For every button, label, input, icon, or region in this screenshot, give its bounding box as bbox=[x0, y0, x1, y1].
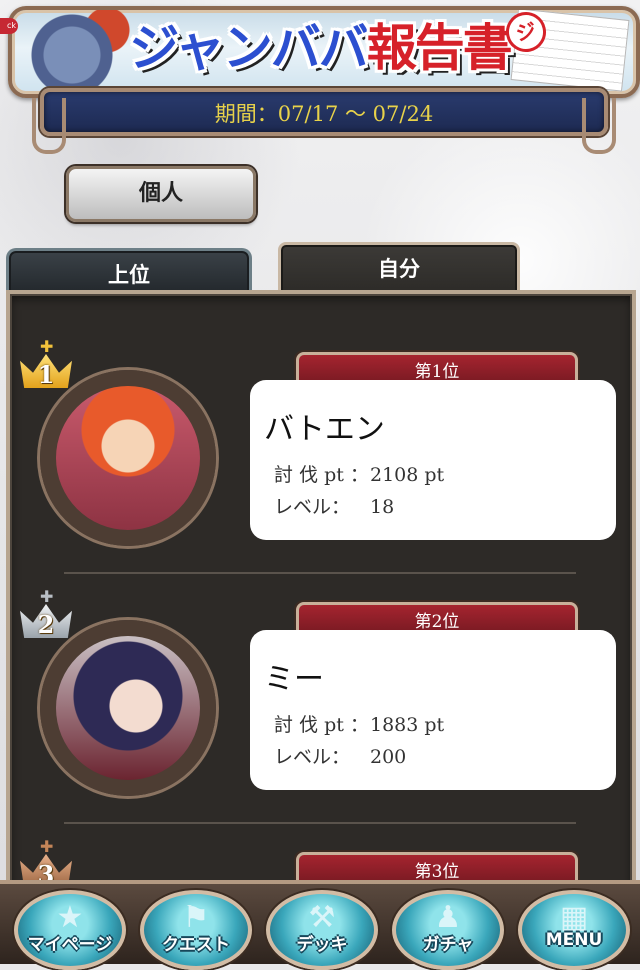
avatar bbox=[56, 636, 200, 780]
ranking-row: ✚ 2 第2位 ミー 討 伐 pt ：1883 pt レベル： 200 bbox=[0, 587, 640, 840]
avatar bbox=[56, 386, 200, 530]
level-value: 18 bbox=[370, 496, 395, 518]
player-info-card: ミー 討 伐 pt ：1883 pt レベル： 200 bbox=[250, 630, 616, 790]
player-name: ミー bbox=[264, 662, 324, 697]
nav-quest-button[interactable]: ⚑ クエスト bbox=[140, 890, 252, 970]
player-level: レベル： 18 bbox=[274, 492, 394, 519]
gold-crown-icon: ✚ 1 bbox=[16, 337, 76, 390]
row-separator bbox=[64, 822, 576, 824]
nav-mypage-button[interactable]: ★ マイページ bbox=[14, 890, 126, 970]
nav-deck-button[interactable]: ⚒ デッキ bbox=[266, 890, 378, 970]
nav-label: クエスト bbox=[162, 935, 230, 955]
period-text: 期間：07/17 〜 07/24 bbox=[214, 102, 434, 126]
ranking-row: ✚ 1 第1位 バトエン 討 伐 pt ：2108 pt レベル： 18 bbox=[0, 337, 640, 590]
ranking-row: ✚ 3 第3位 bbox=[0, 840, 640, 880]
subjugation-value: 2108 pt bbox=[370, 464, 445, 486]
tab-self[interactable]: 自分 bbox=[278, 242, 520, 295]
individual-filter-button[interactable]: 個人 bbox=[66, 166, 256, 222]
banner-title: ジャンババ報告書 bbox=[0, 8, 640, 80]
player-name: バトエン bbox=[264, 412, 385, 447]
level-label: レベル： bbox=[274, 496, 351, 518]
banner-title-red: 報告書 bbox=[366, 19, 513, 77]
crown-rank-number: 3 bbox=[37, 860, 55, 880]
crown-cross-icon: ✚ bbox=[40, 337, 54, 356]
subjugation-label: 討 伐 pt ： bbox=[274, 464, 369, 486]
bronze-crown-icon: ✚ 3 bbox=[16, 840, 76, 880]
player-level: レベル： 200 bbox=[274, 742, 406, 769]
level-label: レベル： bbox=[274, 746, 351, 768]
rank-label: 第3位 bbox=[296, 852, 578, 880]
crown-rank-number: 2 bbox=[37, 610, 55, 639]
tab-top-ranking[interactable]: 上位 bbox=[6, 248, 252, 293]
subjugation-points: 討 伐 pt ：1883 pt bbox=[274, 710, 444, 737]
period-bar: 期間：07/17 〜 07/24 bbox=[32, 88, 616, 154]
crown-rank-number: 1 bbox=[37, 360, 55, 389]
avatar-frame[interactable] bbox=[40, 370, 216, 546]
crown-cross-icon: ✚ bbox=[40, 840, 54, 856]
subjugation-points: 討 伐 pt ：2108 pt bbox=[274, 460, 444, 487]
subjugation-label: 討 伐 pt ： bbox=[274, 714, 369, 736]
nav-label: ガチャ bbox=[422, 935, 474, 955]
report-banner: ck ジャンババ報告書 ジ 期間：07/17 〜 07/24 bbox=[0, 0, 640, 160]
crown-cross-icon: ✚ bbox=[40, 587, 54, 606]
nav-menu-button[interactable]: ▦ MENU bbox=[518, 890, 630, 970]
subjugation-value: 1883 pt bbox=[370, 714, 445, 736]
banner-title-blue: ジャンババ bbox=[129, 19, 368, 77]
nav-label: デッキ bbox=[296, 935, 348, 955]
nav-label: マイページ bbox=[27, 935, 113, 955]
row-separator bbox=[64, 572, 576, 574]
nav-gacha-button[interactable]: ♟ ガチャ bbox=[392, 890, 504, 970]
silver-crown-icon: ✚ 2 bbox=[16, 587, 76, 640]
avatar-frame[interactable] bbox=[40, 620, 216, 796]
player-info-card: バトエン 討 伐 pt ：2108 pt レベル： 18 bbox=[250, 380, 616, 540]
level-value: 200 bbox=[370, 746, 407, 768]
bottom-navigation: ★ マイページ ⚑ クエスト ⚒ デッキ ♟ ガチャ ▦ MENU bbox=[0, 880, 640, 970]
nav-label: MENU bbox=[545, 930, 603, 950]
